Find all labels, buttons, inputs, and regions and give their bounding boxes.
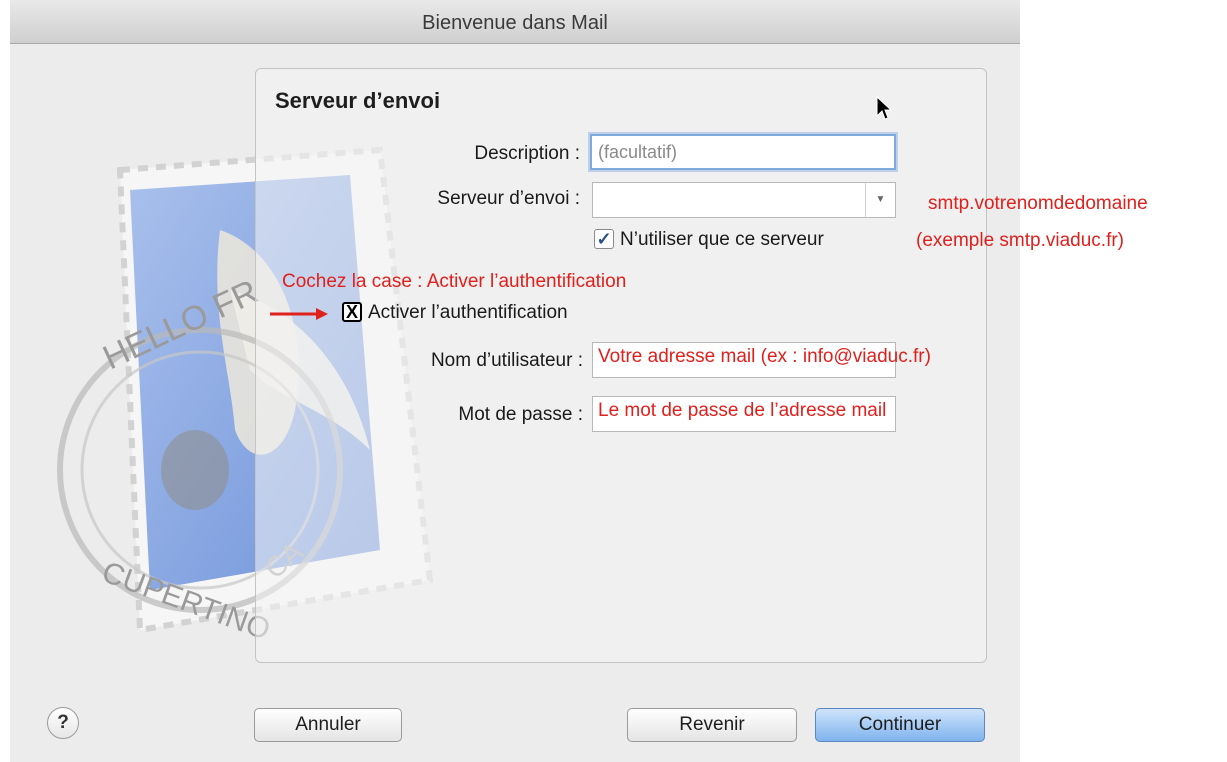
auth-checkbox[interactable]: X [342, 302, 362, 322]
only-server-checkbox[interactable]: ✓ [594, 229, 614, 249]
username-label: Nom d’utilisateur : [430, 350, 583, 371]
back-button[interactable]: Revenir [627, 708, 797, 742]
chevron-down-icon[interactable]: ▼ [865, 183, 895, 217]
arrow-right-icon [270, 308, 328, 320]
window-title: Bienvenue dans Mail [422, 12, 608, 34]
help-button[interactable]: ? [47, 707, 79, 739]
only-server-label: N’utiliser que ce serveur [620, 229, 824, 250]
server-input[interactable] [593, 183, 895, 217]
cancel-button[interactable]: Annuler [254, 708, 402, 742]
username-hint: Votre adresse mail (ex : info@viaduc.fr) [598, 346, 931, 367]
server-combobox[interactable]: ▼ [592, 182, 896, 218]
description-label: Description : [474, 143, 580, 164]
server-label: Serveur d’envoi : [437, 188, 580, 209]
description-input[interactable] [592, 136, 894, 168]
password-label: Mot de passe : [458, 404, 583, 425]
password-hint: Le mot de passe de l’adresse mail [598, 400, 887, 421]
server-hint-line2: (exemple smtp.viaduc.fr) [916, 230, 1125, 251]
continue-button[interactable]: Continuer [815, 708, 985, 742]
server-hint-line1: smtp.votrenomdedomaine [928, 193, 1148, 214]
auth-label: Activer l’authentification [368, 302, 568, 323]
title-bar: Bienvenue dans Mail [10, 0, 1020, 44]
arrow-cursor-icon [876, 96, 892, 120]
auth-hint: Cochez la case : Activer l’authentificat… [282, 271, 627, 292]
section-title: Serveur d’envoi [275, 88, 441, 113]
description-field[interactable] [590, 134, 896, 170]
mail-setup-window: Bienvenue dans Mail HELLO FR CUPERTINO C… [10, 0, 1020, 762]
